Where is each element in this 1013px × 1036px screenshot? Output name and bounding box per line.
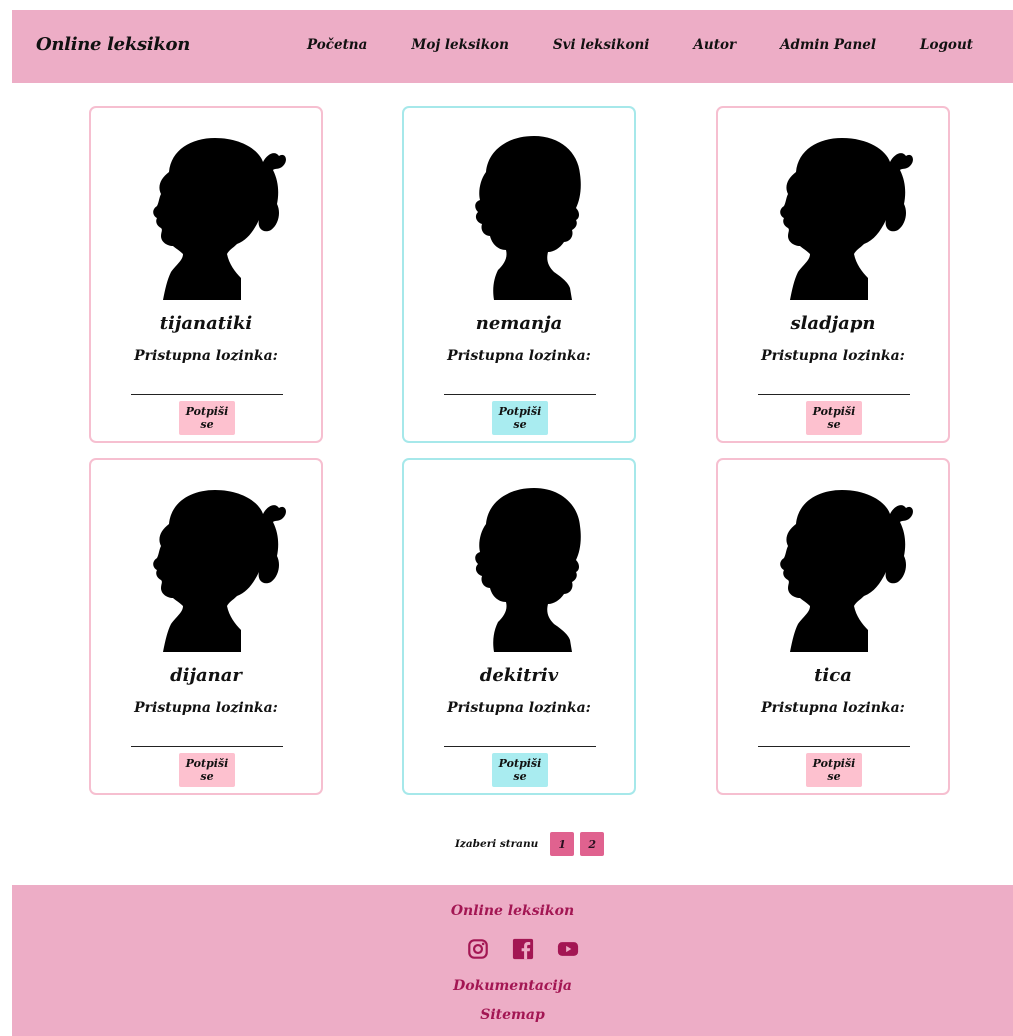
password-label: Pristupna lozinka:: [761, 348, 905, 364]
lexicon-card: dijanar Pristupna lozinka: Potpiši se: [89, 458, 323, 795]
pagination-label: Izaberi stranu: [455, 838, 539, 850]
facebook-icon[interactable]: [512, 938, 534, 960]
brand-link[interactable]: Online leksikon: [36, 34, 190, 55]
password-label: Pristupna lozinka:: [134, 348, 278, 364]
password-field[interactable]: [444, 373, 596, 395]
page-button-2[interactable]: 2: [580, 832, 605, 856]
footer-title: Online leksikon: [450, 903, 575, 919]
password-field[interactable]: [131, 725, 283, 747]
lexicon-card: tijanatiki Pristupna lozinka: Potpiši se: [89, 106, 323, 443]
youtube-icon[interactable]: [557, 938, 579, 960]
nav-links: Početna Moj leksikon Svi leksikoni Autor…: [307, 37, 973, 53]
card-username: dekitriv: [479, 665, 559, 686]
card-username: tijanatiki: [159, 313, 253, 334]
card-username: nemanja: [475, 313, 563, 334]
password-field[interactable]: [444, 725, 596, 747]
sign-button[interactable]: Potpiši se: [179, 401, 235, 435]
lexicon-card: dekitriv Pristupna lozinka: Potpiši se: [402, 458, 636, 795]
card-username: sladjapn: [790, 313, 876, 334]
social-links: [467, 938, 579, 960]
documentation-link[interactable]: Dokumentacija: [12, 978, 1013, 994]
sign-button[interactable]: Potpiši se: [179, 753, 235, 787]
girl-silhouette-icon: [149, 484, 289, 652]
password-label: Pristupna lozinka:: [447, 700, 591, 716]
girl-silhouette-icon: [776, 484, 916, 652]
nav-link-moj-leksikon[interactable]: Moj leksikon: [411, 37, 509, 53]
pagination: Izaberi stranu 1 2: [455, 832, 605, 856]
sign-button[interactable]: Potpiši se: [806, 753, 862, 787]
sign-button[interactable]: Potpiši se: [492, 753, 548, 787]
card-username: tica: [814, 665, 852, 686]
girl-silhouette-icon: [776, 132, 916, 300]
nav-link-svi-leksikoni[interactable]: Svi leksikoni: [553, 37, 650, 53]
footer: Online leksikon Dokumentacija Sitemap: [12, 885, 1013, 1036]
nav-link-logout[interactable]: Logout: [920, 37, 973, 53]
card-username: dijanar: [170, 665, 242, 686]
nav-link-admin-panel[interactable]: Admin Panel: [780, 37, 876, 53]
password-field[interactable]: [758, 725, 910, 747]
girl-silhouette-icon: [149, 132, 289, 300]
sign-button[interactable]: Potpiši se: [806, 401, 862, 435]
lexicon-card: sladjapn Pristupna lozinka: Potpiši se: [716, 106, 950, 443]
lexicon-card: tica Pristupna lozinka: Potpiši se: [716, 458, 950, 795]
navbar: Online leksikon Početna Moj leksikon Svi…: [12, 10, 1013, 83]
instagram-icon[interactable]: [467, 938, 489, 960]
sign-button[interactable]: Potpiši se: [492, 401, 548, 435]
sitemap-link[interactable]: Sitemap: [12, 1007, 1013, 1023]
boy-silhouette-icon: [462, 132, 602, 300]
password-field[interactable]: [758, 373, 910, 395]
password-field[interactable]: [131, 373, 283, 395]
lexicon-card: nemanja Pristupna lozinka: Potpiši se: [402, 106, 636, 443]
page-button-1[interactable]: 1: [550, 832, 575, 856]
password-label: Pristupna lozinka:: [761, 700, 905, 716]
nav-link-pocetna[interactable]: Početna: [307, 37, 367, 53]
password-label: Pristupna lozinka:: [134, 700, 278, 716]
password-label: Pristupna lozinka:: [447, 348, 591, 364]
boy-silhouette-icon: [462, 484, 602, 652]
nav-link-autor[interactable]: Autor: [693, 37, 736, 53]
